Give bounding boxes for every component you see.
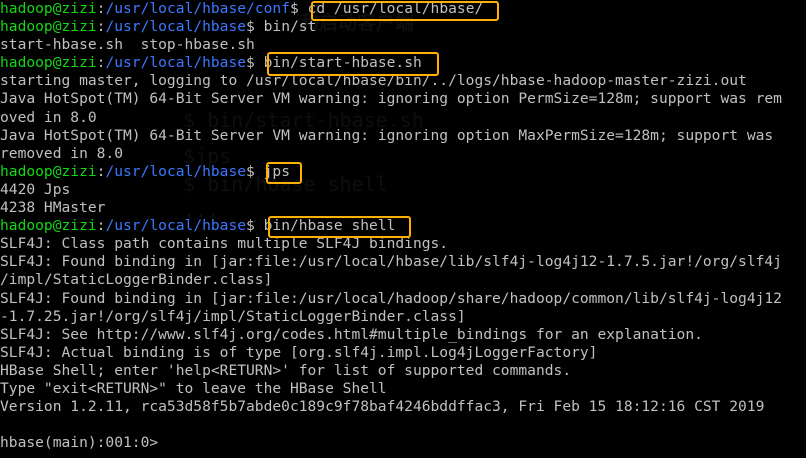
output-line: Java HotSpot(TM) 64-Bit Server VM warnin… [0, 90, 806, 108]
prompt-path: /usr/local/hbase [105, 18, 247, 36]
shell-prompt-line[interactable]: hbase(main):001:0> [0, 434, 806, 452]
prompt-user-host: hadoop@zizi [0, 162, 97, 180]
output-line: HBase Shell; enter 'help<RETURN>' for li… [0, 362, 806, 380]
output-line: SLF4J: Actual binding is of type [org.sl… [0, 344, 806, 362]
prompt-user-host: hadoop@zizi [0, 18, 97, 36]
prompt-line: hadoop@zizi:/usr/local/hbase$ bin/st [0, 18, 806, 36]
output-text: SLF4J: See http://www.slf4j.org/codes.ht… [0, 325, 703, 343]
terminal-output[interactable]: hadoop@zizi:/usr/local/hbase/conf$ cd /u… [0, 0, 806, 452]
output-line: 4420 Jps [0, 181, 806, 199]
output-line: SLF4J: Found binding in [jar:file:/usr/l… [0, 253, 806, 271]
prompt-dollar: $ [246, 18, 264, 36]
prompt-path: /usr/local/hbase [105, 54, 247, 72]
output-text: /impl/StaticLoggerBinder.class] [0, 271, 273, 289]
command-text: bin/hbase shell [263, 217, 396, 235]
output-text: SLF4J: Found binding in [jar:file:/usr/l… [0, 253, 782, 271]
command-text: bin/start-hbase.sh [263, 54, 422, 72]
output-text: SLF4J: Class path contains multiple SLF4… [0, 235, 449, 253]
output-line: Version 1.2.11, rca53d58f5b7abde0c189c9f… [0, 398, 806, 416]
output-line: SLF4J: Class path contains multiple SLF4… [0, 235, 806, 253]
prompt-line: hadoop@zizi:/usr/local/hbase$ bin/start-… [0, 54, 806, 72]
prompt-user-host: hadoop@zizi [0, 54, 97, 72]
prompt-line: hadoop@zizi:/usr/local/hbase/conf$ cd /u… [0, 0, 806, 18]
prompt-dollar: $ [289, 0, 308, 17]
output-line: Java HotSpot(TM) 64-Bit Server VM warnin… [0, 127, 806, 145]
output-line: SLF4J: See http://www.slf4j.org/codes.ht… [0, 326, 806, 344]
output-text: Version 1.2.11, rca53d58f5b7abde0c189c9f… [0, 398, 765, 416]
prompt-dollar: $ [246, 217, 264, 235]
output-text: oved in 8.0 [0, 108, 97, 126]
output-text: -1.7.25.jar!/org/slf4j/impl/StaticLogger… [0, 307, 466, 325]
prompt-user-host: hadoop@zizi [0, 217, 97, 235]
prompt-user-host: hadoop@zizi [0, 0, 97, 17]
terminal-window[interactable]: 和启动客户端 $ bin/start-hbase.sh $jps $ bin/h… [0, 0, 806, 458]
output-text: 4238 HMaster [0, 199, 106, 217]
prompt-line: hadoop@zizi:/usr/local/hbase$ jps [0, 163, 806, 181]
prompt-dollar: $ [246, 162, 264, 180]
output-line: SLF4J: Found binding in [jar:file:/usr/l… [0, 290, 806, 308]
output-text: hbase(main):001:0> [0, 434, 159, 452]
output-text: Type "exit<RETURN>" to leave the HBase S… [0, 379, 387, 397]
output-line: oved in 8.0 [0, 109, 806, 127]
output-line: /impl/StaticLoggerBinder.class] [0, 271, 806, 289]
output-text: Java HotSpot(TM) 64-Bit Server VM warnin… [0, 90, 782, 108]
output-text: starting master, logging to /usr/local/h… [0, 72, 747, 90]
prompt-path: /usr/local/hbase/conf [105, 0, 290, 17]
output-text: HBase Shell; enter 'help<RETURN>' for li… [0, 361, 572, 379]
prompt-dollar: $ [246, 54, 264, 72]
command-text: jps [263, 162, 290, 180]
command-text: bin/st [263, 18, 317, 36]
output-text: SLF4J: Found binding in [jar:file:/usr/l… [0, 289, 782, 307]
output-line: start-hbase.sh stop-hbase.sh [0, 36, 806, 54]
output-line: -1.7.25.jar!/org/slf4j/impl/StaticLogger… [0, 308, 806, 326]
output-line: starting master, logging to /usr/local/h… [0, 72, 806, 90]
output-line: Type "exit<RETURN>" to leave the HBase S… [0, 380, 806, 398]
output-text: removed in 8.0 [0, 144, 124, 162]
prompt-path: /usr/local/hbase [105, 217, 247, 235]
output-line: removed in 8.0 [0, 145, 806, 163]
output-line: 4238 HMaster [0, 199, 806, 217]
output-text: 4420 Jps [0, 180, 71, 198]
command-text: cd /usr/local/hbase/ [307, 0, 484, 17]
prompt-path: /usr/local/hbase [105, 162, 247, 180]
output-text: SLF4J: Actual binding is of type [org.sl… [0, 343, 598, 361]
output-text: start-hbase.sh stop-hbase.sh [0, 36, 255, 54]
prompt-line: hadoop@zizi:/usr/local/hbase$ bin/hbase … [0, 217, 806, 235]
output-text: Java HotSpot(TM) 64-Bit Server VM warnin… [0, 126, 774, 144]
